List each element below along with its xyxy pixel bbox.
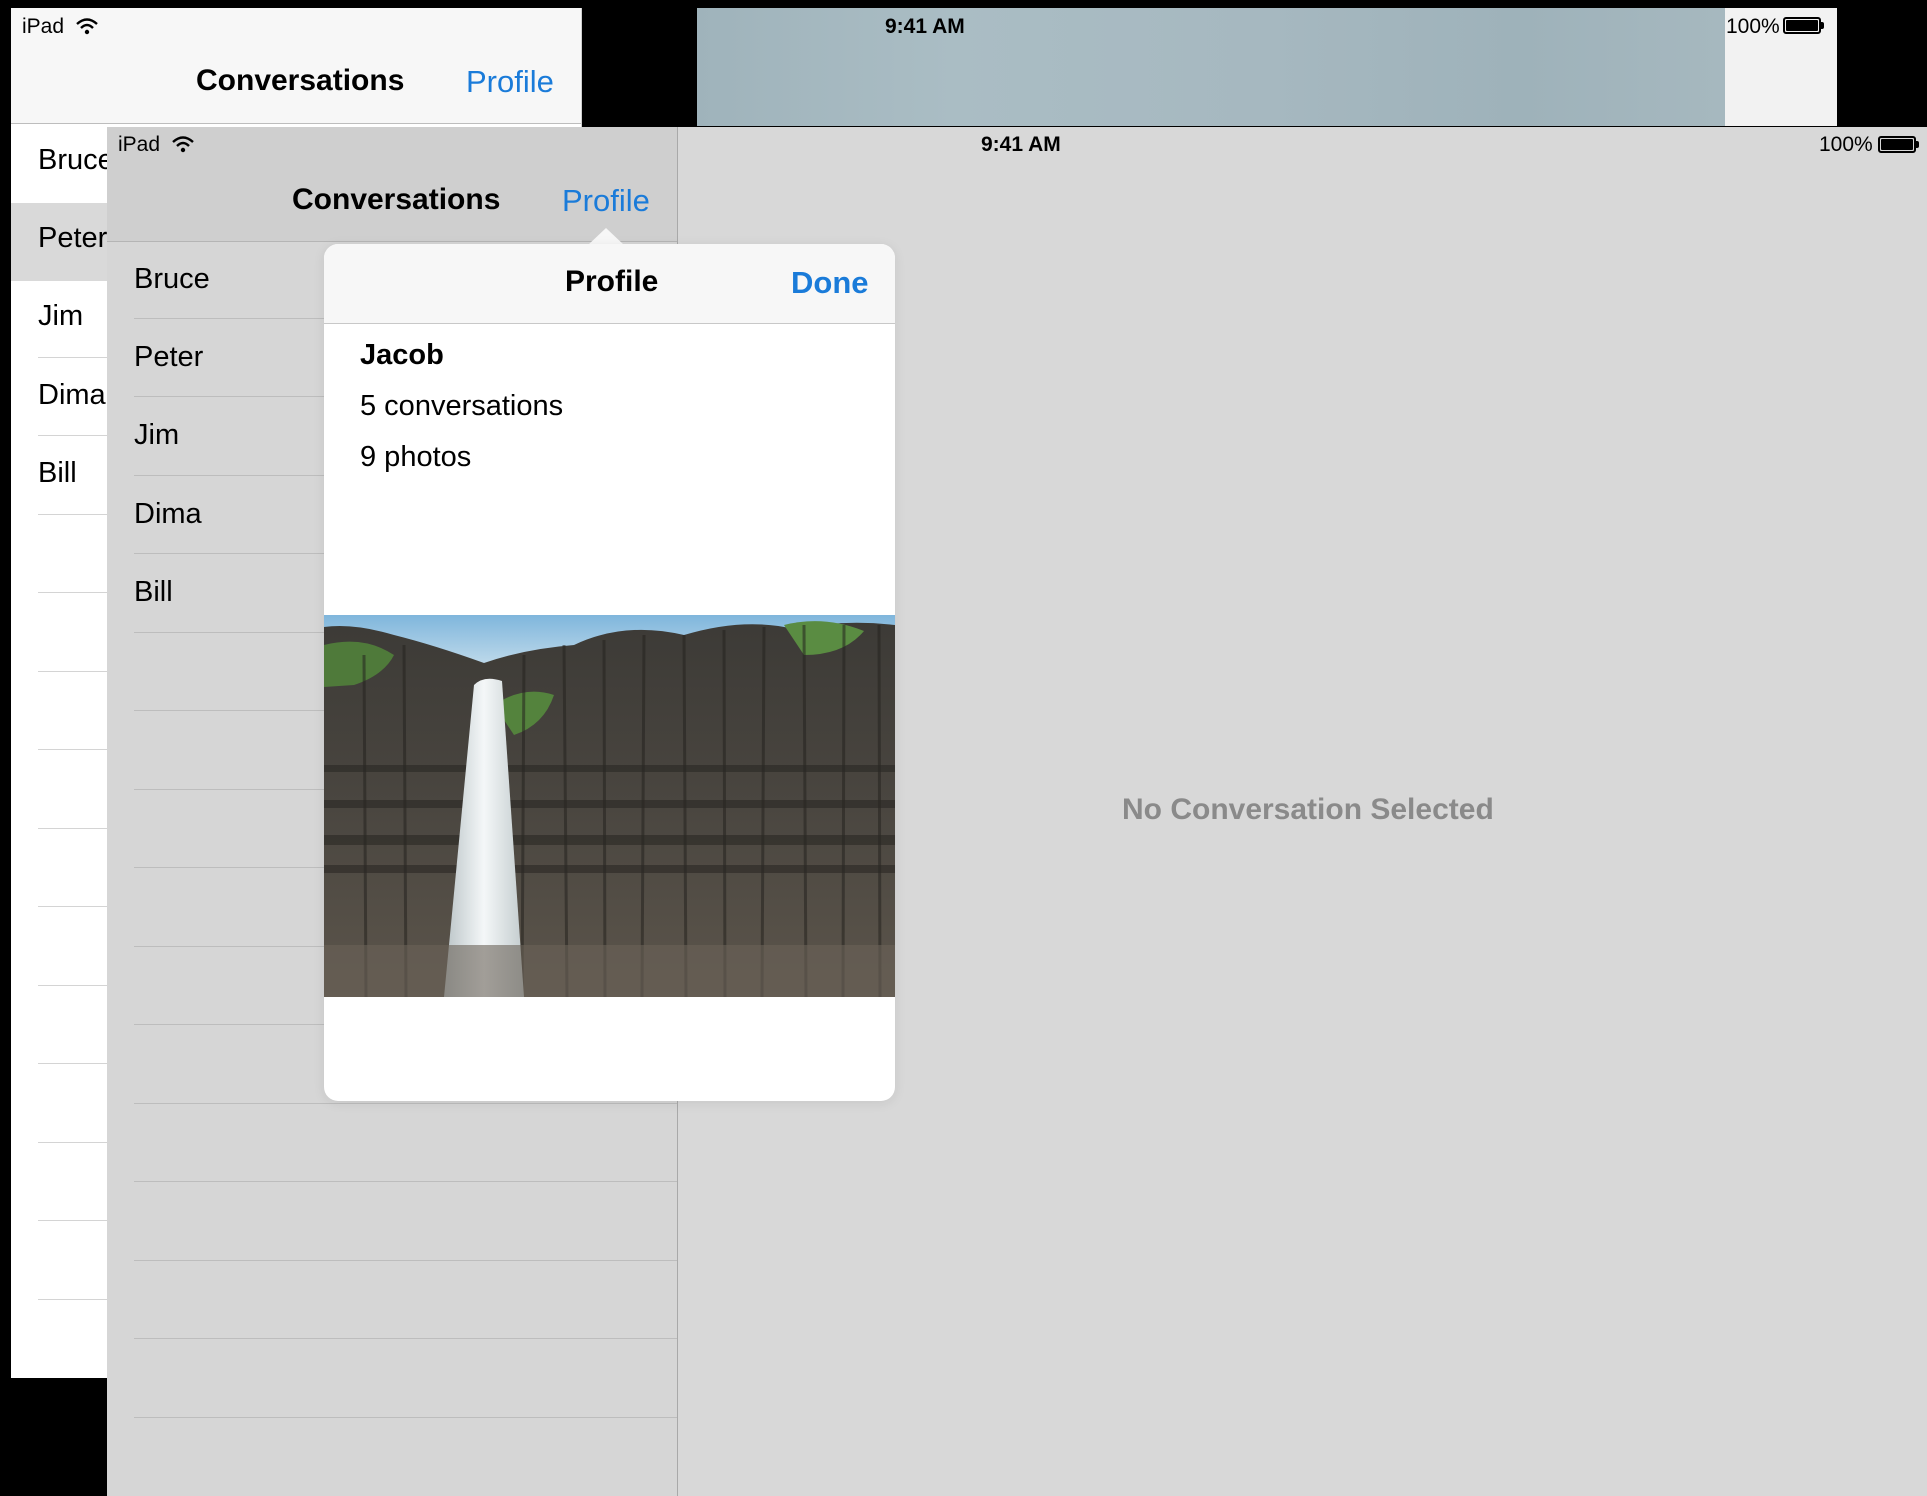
row-separator — [134, 1103, 677, 1104]
back-profile-button[interactable]: Profile — [466, 64, 554, 100]
wifi-icon — [172, 136, 194, 153]
row-separator — [134, 1260, 677, 1261]
back-status-battery-text: 100% — [1726, 15, 1780, 38]
popover-title: Profile — [565, 265, 659, 298]
front-nav-title: Conversations — [292, 183, 501, 216]
back-conversation-row[interactable]: Bill — [38, 457, 77, 490]
photo-count: 9 photos — [360, 441, 472, 473]
battery-icon — [1783, 17, 1821, 34]
no-conversation-message: No Conversation Selected — [1122, 793, 1494, 826]
wifi-icon — [76, 18, 98, 35]
row-separator — [134, 1338, 677, 1339]
profile-photo — [324, 615, 895, 997]
done-button[interactable]: Done — [791, 265, 869, 301]
back-nav-title: Conversations — [196, 64, 405, 97]
conversation-row[interactable]: Jim — [134, 419, 179, 452]
front-profile-button[interactable]: Profile — [562, 183, 650, 219]
back-status-time: 9:41 AM — [885, 15, 965, 38]
conversation-row[interactable]: Bill — [134, 576, 173, 609]
front-status-time: 9:41 AM — [981, 133, 1061, 156]
battery-tip — [1821, 22, 1824, 29]
back-blurred-background — [697, 8, 1725, 126]
profile-name: Jacob — [360, 339, 444, 371]
row-separator — [134, 1181, 677, 1182]
back-conversation-row[interactable]: Bruce — [38, 144, 114, 177]
popover-arrow — [588, 228, 624, 245]
front-status-device: iPad — [118, 133, 161, 156]
conversation-row[interactable]: Dima — [134, 498, 202, 531]
back-conversation-row[interactable]: Jim — [38, 300, 83, 333]
battery-tip — [1916, 141, 1919, 148]
profile-popover: Profile Done Jacob 5 conversations 9 pho… — [324, 244, 895, 1101]
back-conversation-row[interactable]: Dima — [38, 379, 106, 412]
front-status-battery-text: 100% — [1819, 133, 1873, 156]
conversation-row[interactable]: Bruce — [134, 263, 210, 296]
conversation-count: 5 conversations — [360, 390, 564, 422]
back-status-device: iPad — [22, 15, 65, 38]
conversation-row[interactable]: Peter — [134, 341, 203, 374]
row-separator — [134, 1417, 677, 1418]
back-conversation-row[interactable]: Peter — [38, 222, 107, 255]
battery-icon — [1878, 136, 1916, 153]
